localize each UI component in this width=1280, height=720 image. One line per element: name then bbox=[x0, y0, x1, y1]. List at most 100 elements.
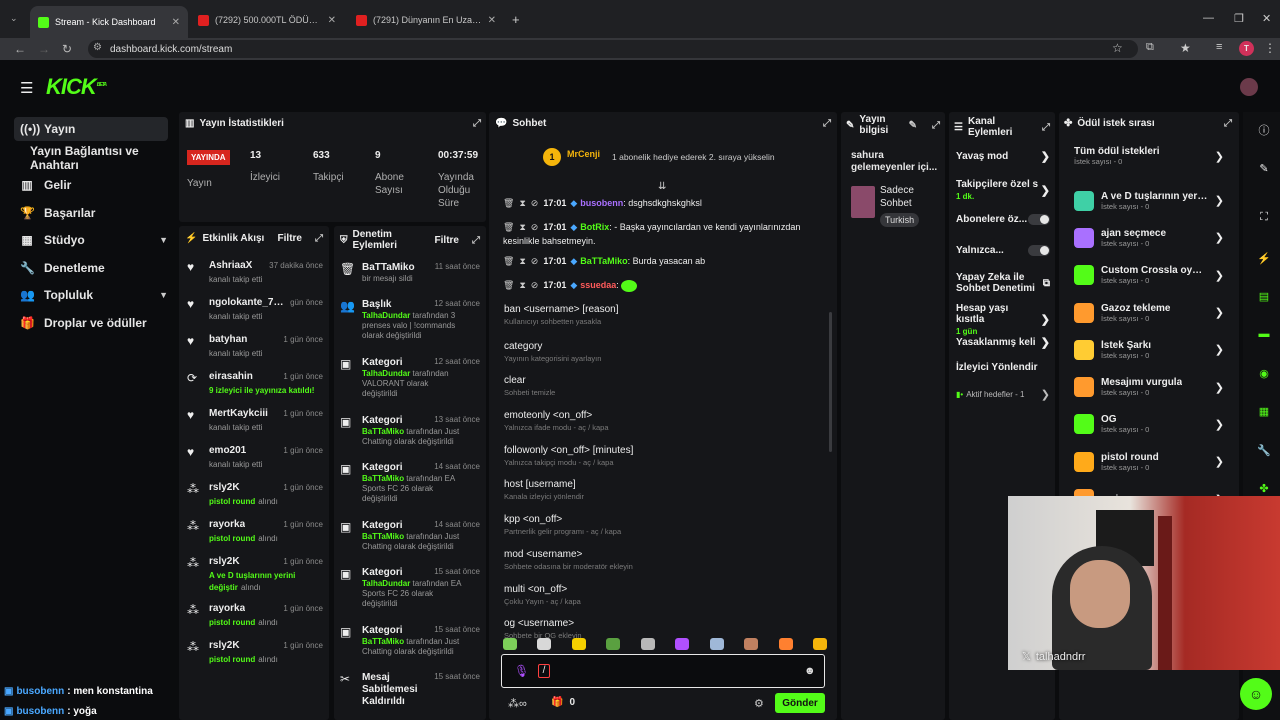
reward-item[interactable]: Mesajımı vurgula İstek sayısı - 0 ❯ bbox=[1074, 368, 1224, 405]
bookmark-star-icon[interactable]: ☆ bbox=[1112, 41, 1123, 55]
emote-icon[interactable] bbox=[640, 638, 655, 650]
activity-user[interactable]: rayorka bbox=[209, 519, 245, 530]
send-button[interactable]: Gönder bbox=[775, 693, 825, 713]
expand-icon[interactable]: ⤢ bbox=[1224, 118, 1232, 129]
command-item[interactable]: mod <username> Sohbete odasına bir modera… bbox=[497, 545, 831, 580]
emote-icon[interactable] bbox=[675, 638, 690, 650]
emoji-icon[interactable]: ☻ bbox=[804, 665, 816, 677]
activity-user[interactable]: rayorka bbox=[209, 603, 245, 614]
storage-icon[interactable]: ▦ bbox=[1252, 399, 1276, 423]
delete-message-icon[interactable]: 🗑 bbox=[503, 280, 514, 290]
activity-user[interactable]: ngolokante_7777777 bbox=[209, 297, 287, 308]
edit-icon[interactable]: ✎ bbox=[909, 120, 917, 131]
maximize-icon[interactable]: ❐ bbox=[1234, 12, 1244, 25]
info-icon[interactable]: ⓘ bbox=[1252, 118, 1276, 142]
command-item[interactable]: emoteonly <on_off> Yalnızca ifade modu - … bbox=[497, 406, 831, 441]
ban-icon[interactable]: ⊘ bbox=[531, 222, 539, 232]
emote-icon[interactable] bbox=[812, 638, 827, 650]
activity-user[interactable]: eirasahin bbox=[209, 371, 253, 382]
timeout-icon[interactable]: ⧗ bbox=[519, 256, 525, 266]
timeout-icon[interactable]: ⧗ bbox=[519, 198, 525, 208]
activity-user[interactable]: rsly2K bbox=[209, 640, 240, 651]
activity-filter-button[interactable]: Filtre bbox=[278, 233, 302, 244]
sidebar-item-gelir[interactable]: ▥ Gelir bbox=[14, 173, 168, 197]
expand-icon[interactable]: ⤢ bbox=[1042, 122, 1050, 133]
new-tab-icon[interactable]: + bbox=[512, 12, 520, 27]
sidebar-item-studyo[interactable]: ▦ Stüdyo ▼ bbox=[14, 228, 168, 252]
browser-tab-active[interactable]: Stream - Kick Dashboard ✕ bbox=[30, 6, 188, 38]
scroll-down-icon[interactable]: ⇊ bbox=[658, 181, 666, 192]
reward-item[interactable]: A ve D tuşlarının yeri... İstek sayısı - … bbox=[1074, 182, 1224, 219]
command-item[interactable]: multi <on_off> Çoklu Yayın - aç / kapa bbox=[497, 580, 831, 615]
sidebar-item-basarilar[interactable]: 🏆 Başarılar bbox=[14, 201, 168, 225]
all-rewards-row[interactable]: Tüm ödül istekleri İstek sayısı - 0 ❯ bbox=[1074, 146, 1224, 166]
command-item[interactable]: ban <username> [reason] Kullanıcıyı sohbe… bbox=[497, 302, 831, 337]
command-item[interactable]: kpp <on_off> Partnerlik gelir programı - … bbox=[497, 510, 831, 545]
reload-icon[interactable]: ↻ bbox=[62, 42, 72, 56]
edit-layout-icon[interactable]: ✎ bbox=[1252, 156, 1276, 180]
user-avatar[interactable] bbox=[1240, 78, 1258, 96]
channel-action-item[interactable]: Yavaş mod ❯ bbox=[956, 150, 1050, 163]
expand-icon[interactable]: ⤢ bbox=[932, 120, 940, 131]
reward-item[interactable]: Custom Crossla oyna... İstek sayısı - 0 ❯ bbox=[1074, 257, 1224, 294]
activity-user[interactable]: AshriaaX bbox=[209, 260, 252, 271]
toggle-switch[interactable] bbox=[1028, 214, 1050, 225]
channel-action-item[interactable]: ▮• Aktif hedefler - 1 ❯ bbox=[956, 388, 1050, 401]
close-tab-icon[interactable]: ✕ bbox=[172, 17, 180, 28]
activity-user[interactable]: rsly2K bbox=[209, 482, 240, 493]
activity-user[interactable]: rsly2K bbox=[209, 556, 240, 567]
timeout-icon[interactable]: ⧗ bbox=[519, 222, 525, 232]
sidebar-item-denetleme[interactable]: 🔧 Denetleme bbox=[14, 256, 168, 280]
site-info-icon[interactable]: ⚙ bbox=[93, 42, 102, 53]
channel-action-item[interactable]: Yasaklanmış keli ❯ bbox=[956, 336, 1050, 349]
ban-icon[interactable]: ⊘ bbox=[531, 198, 539, 208]
expand-icon[interactable]: ⤢ bbox=[823, 118, 831, 129]
activity-user[interactable]: MertKaykciii bbox=[209, 408, 268, 419]
fit-screen-icon[interactable]: ⛶ bbox=[1252, 205, 1276, 229]
gift-counter[interactable]: 🎁 0 bbox=[551, 697, 575, 708]
ban-icon[interactable]: ⊘ bbox=[531, 280, 539, 290]
media-icon[interactable]: ≡ bbox=[1216, 41, 1222, 53]
channel-points-icon[interactable]: ⁂∞ bbox=[508, 697, 527, 710]
delete-message-icon[interactable]: 🗑 bbox=[503, 256, 514, 266]
reward-item[interactable]: Gazoz tekleme İstek sayısı - 0 ❯ bbox=[1074, 294, 1224, 331]
expand-icon[interactable]: ⤢ bbox=[472, 235, 480, 246]
reward-item[interactable]: su iç❯ bbox=[1074, 480, 1224, 496]
close-tab-icon[interactable]: ✕ bbox=[328, 15, 336, 26]
close-tab-icon[interactable]: ✕ bbox=[488, 15, 496, 26]
channel-action-item[interactable]: Yalnızca... bbox=[956, 245, 1050, 256]
reward-item[interactable]: OG İstek sayısı - 0 ❯ bbox=[1074, 406, 1224, 443]
message-user[interactable]: BotRix bbox=[580, 222, 609, 232]
command-item[interactable]: followonly <on_off> [minutes] Yalnızca ta… bbox=[497, 441, 831, 476]
ban-icon[interactable]: ⊘ bbox=[531, 256, 539, 266]
tab-list-icon[interactable]: ⌄ bbox=[10, 13, 18, 24]
emote-icon[interactable] bbox=[778, 638, 793, 650]
timeout-icon[interactable]: ⧗ bbox=[519, 280, 525, 290]
emote-icon[interactable] bbox=[606, 638, 621, 650]
channel-action-item[interactable]: İzleyici Yönlendir bbox=[956, 362, 1050, 373]
reward-item[interactable]: ajan seçmece İstek sayısı - 0 ❯ bbox=[1074, 219, 1224, 256]
document-icon[interactable]: ▤ bbox=[1252, 284, 1276, 308]
sidebar-item-droplar[interactable]: 🎁 Droplar ve ödüller bbox=[14, 311, 168, 335]
chat-tool-icon[interactable]: ▬ bbox=[1252, 322, 1276, 346]
channel-action-item[interactable]: Takipçilere özel s 1 dk. ❯ bbox=[956, 179, 1050, 201]
expand-icon[interactable]: ⤢ bbox=[473, 118, 481, 129]
command-item[interactable]: clear Sohbeti temizle bbox=[497, 371, 831, 406]
command-scrollbar[interactable] bbox=[829, 312, 832, 452]
sidebar-item-topluluk[interactable]: 👥 Topluluk ▼ bbox=[14, 283, 168, 307]
command-item[interactable]: category Yayının kategorisini ayarlayın bbox=[497, 337, 831, 372]
address-bar[interactable]: dashboard.kick.com/stream bbox=[88, 40, 1138, 58]
message-user[interactable]: BaTTaMiko bbox=[580, 256, 627, 266]
bookmarks-icon[interactable]: ★ bbox=[1180, 41, 1191, 55]
kick-logo[interactable]: KICKBETA bbox=[46, 74, 107, 100]
browser-tab[interactable]: (7291) Dünyanın En Uzak Adası ✕ bbox=[348, 8, 504, 32]
toggle-switch[interactable] bbox=[1028, 245, 1050, 256]
expand-icon[interactable]: ⤢ bbox=[315, 233, 323, 244]
close-window-icon[interactable]: ✕ bbox=[1262, 12, 1271, 25]
message-user[interactable]: ssuedaa bbox=[580, 280, 616, 290]
channel-action-item[interactable]: Yapay Zeka ile Sohbet Denetimi ⧉ bbox=[956, 272, 1050, 294]
message-user[interactable]: busobenn bbox=[580, 198, 623, 208]
channel-action-item[interactable]: Hesap yaşı kısıtla 1 gün ❯ bbox=[956, 303, 1050, 336]
chat-settings-icon[interactable]: ⚙ bbox=[754, 697, 764, 710]
emote-icon[interactable] bbox=[537, 638, 552, 650]
